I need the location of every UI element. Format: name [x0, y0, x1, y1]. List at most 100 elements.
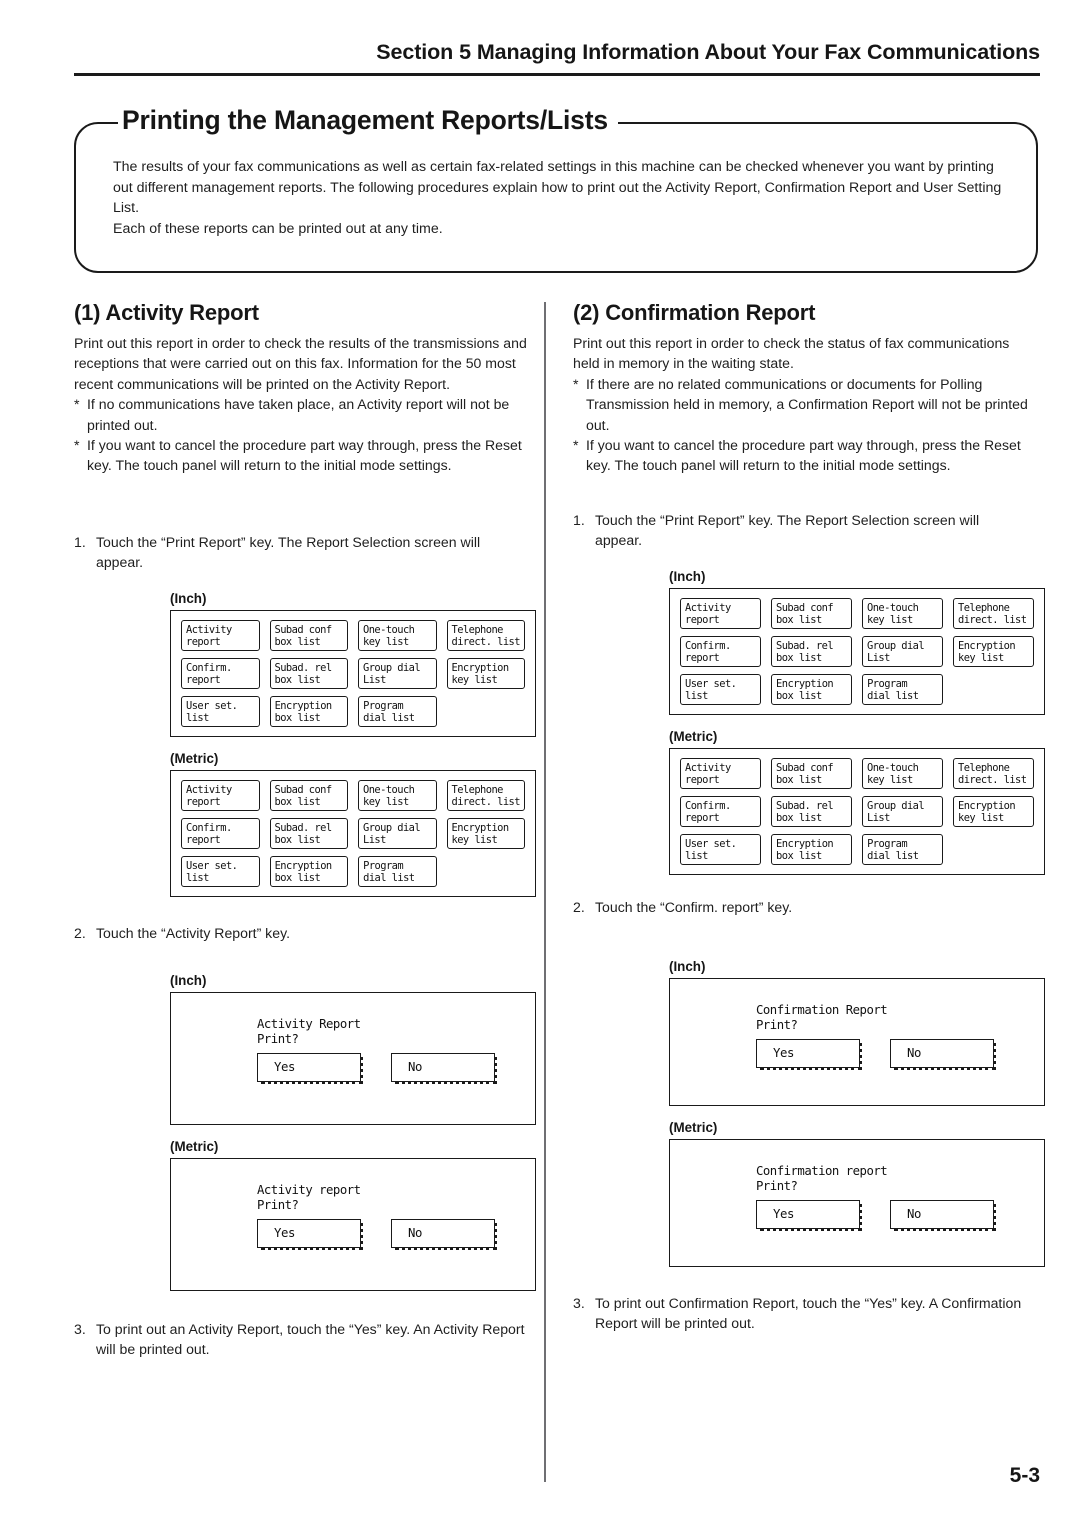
key-line-2: box list	[776, 651, 822, 664]
key-line-2: key list	[867, 613, 913, 626]
report-selection-screen-inch[interactable]: Activity report Subad conf box list One-to…	[669, 587, 1045, 715]
right-step-2: 2. Touch the “Confirm. report” key.	[573, 897, 1028, 917]
key-confirm-report[interactable]: Confirm. report	[680, 635, 761, 667]
lcd-row: User set. list Encryption box list Program…	[680, 673, 1044, 705]
key-one-touch-key-list[interactable]: One-touch key list	[862, 757, 943, 789]
key-encryption-key-list[interactable]: Encryption key list	[446, 657, 525, 689]
key-group-dial-list[interactable]: Group dial List	[358, 657, 437, 689]
key-line-1: Telephone	[958, 761, 1010, 774]
key-telephone-direct-list[interactable]: Telephone direct. list	[446, 619, 525, 651]
key-line-2: report	[186, 635, 221, 648]
key-encryption-box-list[interactable]: Encryption box list	[771, 833, 853, 865]
key-subad-rel-box-list[interactable]: Subad. rel box list	[771, 795, 852, 827]
key-line-1: Program	[363, 859, 404, 872]
key-line-2: key list	[451, 673, 498, 686]
key-confirm-report[interactable]: Confirm. report	[181, 657, 260, 689]
key-line-1: Program	[867, 677, 908, 690]
activity-print-dialog-metric[interactable]: Activity report Print? Yes No	[170, 1158, 536, 1292]
key-activity-report[interactable]: Activity report	[181, 619, 260, 651]
key-line-1: Group dial	[363, 821, 421, 834]
lcd-row: User set. list Encryption box list Program…	[181, 695, 535, 727]
key-encryption-key-list[interactable]: Encryption key list	[953, 795, 1034, 827]
key-encryption-key-list[interactable]: Encryption key list	[953, 635, 1034, 667]
key-line-1: Encryption	[776, 677, 834, 690]
key-program-dial-list[interactable]: Program dial list	[358, 695, 437, 727]
report-selection-screen-metric[interactable]: Activity report Subad conf box list One-to…	[170, 769, 536, 897]
key-program-dial-list[interactable]: Program dial list	[358, 855, 437, 887]
key-activity-report[interactable]: Activity report	[181, 779, 260, 811]
key-telephone-direct-list[interactable]: Telephone direct. list	[953, 757, 1034, 789]
dialog-prompt-line: Print?	[257, 1198, 299, 1213]
key-line-2: report	[685, 773, 720, 786]
no-button[interactable]: No	[890, 1038, 996, 1070]
key-activity-report[interactable]: Activity report	[680, 757, 761, 789]
key-line-1: Subad conf	[274, 783, 333, 796]
activity-print-dialog-inch[interactable]: Activity Report Print? Yes No	[170, 992, 536, 1126]
key-encryption-box-list[interactable]: Encryption box list	[269, 695, 349, 727]
key-line-2: list	[685, 689, 708, 702]
key-line-1: User set.	[186, 699, 238, 712]
left-step-2: 2. Touch the “Activity Report” key.	[74, 923, 529, 943]
key-user-set-list[interactable]: User set. list	[181, 695, 260, 727]
key-group-dial-list[interactable]: Group dial List	[358, 817, 437, 849]
key-group-dial-list[interactable]: Group dial List	[862, 795, 943, 827]
key-line-2: key list	[363, 795, 409, 808]
confirmation-print-dialog-metric[interactable]: Confirmation report Print? Yes No	[669, 1139, 1045, 1268]
no-button[interactable]: No	[391, 1218, 497, 1250]
key-line-2: list	[186, 871, 209, 884]
key-confirm-report[interactable]: Confirm. report	[181, 817, 260, 849]
key-activity-report[interactable]: Activity report	[680, 597, 761, 629]
key-line-2: key list	[958, 811, 1004, 824]
yes-button[interactable]: Yes	[756, 1199, 862, 1231]
key-one-touch-key-list[interactable]: One-touch key list	[862, 597, 943, 629]
confirmation-print-dialog-inch[interactable]: Confirmation Report Print? Yes No	[669, 978, 1045, 1107]
key-line-2: box list	[776, 811, 822, 824]
no-button[interactable]: No	[391, 1052, 497, 1084]
key-confirm-report[interactable]: Confirm. report	[680, 795, 761, 827]
key-user-set-list[interactable]: User set. list	[680, 833, 762, 865]
lcd-row: Confirm. report Subad. rel box list Group …	[680, 635, 1044, 667]
key-program-dial-list[interactable]: Program dial list	[862, 833, 944, 865]
key-user-set-list[interactable]: User set. list	[181, 855, 260, 887]
key-subad-conf-box-list[interactable]: Subad conf box list	[771, 757, 852, 789]
key-line-1: Group dial	[867, 799, 925, 812]
key-telephone-direct-list[interactable]: Telephone direct. list	[953, 597, 1034, 629]
key-encryption-box-list[interactable]: Encryption box list	[269, 855, 349, 887]
yes-button[interactable]: Yes	[756, 1038, 862, 1070]
key-subad-rel-box-list[interactable]: Subad. rel box list	[269, 817, 348, 849]
key-subad-conf-box-list[interactable]: Subad conf box list	[269, 619, 348, 651]
step-number: 1.	[573, 511, 585, 528]
key-subad-conf-box-list[interactable]: Subad conf box list	[269, 779, 348, 811]
left-step-1-text: Touch the “Print Report” key. The Report…	[96, 533, 481, 571]
key-program-dial-list[interactable]: Program dial list	[862, 673, 944, 705]
page-title: Printing the Management Reports/Lists	[118, 105, 618, 136]
key-group-dial-list[interactable]: Group dial List	[862, 635, 943, 667]
key-telephone-direct-list[interactable]: Telephone direct. list	[446, 779, 525, 811]
key-one-touch-key-list[interactable]: One-touch key list	[358, 779, 437, 811]
key-line-1: Encryption	[451, 821, 510, 834]
key-user-set-list[interactable]: User set. list	[680, 673, 762, 705]
key-encryption-key-list[interactable]: Encryption key list	[446, 817, 525, 849]
right-step-1: 1. Touch the “Print Report” key. The Rep…	[573, 510, 1028, 551]
report-selection-screen-metric[interactable]: Activity report Subad conf box list One-to…	[669, 747, 1045, 875]
key-subad-rel-box-list[interactable]: Subad. rel box list	[269, 657, 348, 689]
key-encryption-box-list[interactable]: Encryption box list	[771, 673, 853, 705]
key-line-1: Telephone	[451, 623, 504, 636]
yes-button[interactable]: Yes	[257, 1052, 363, 1084]
key-line-2: dial list	[363, 711, 415, 724]
no-button[interactable]: No	[890, 1199, 996, 1231]
key-line-1: Activity	[186, 783, 232, 796]
key-line-2: box list	[776, 773, 822, 786]
key-subad-conf-box-list[interactable]: Subad conf box list	[771, 597, 852, 629]
right-dialog-inch-label: (Inch)	[669, 959, 706, 975]
key-line-2: direct. list	[958, 613, 1027, 626]
key-subad-rel-box-list[interactable]: Subad. rel box list	[771, 635, 852, 667]
section-header: Section 5 Managing Information About You…	[376, 40, 1040, 64]
report-selection-screen-inch[interactable]: Activity report Subad conf box list One-to…	[170, 609, 536, 737]
key-line-2: box list	[274, 635, 321, 648]
yes-button[interactable]: Yes	[257, 1218, 363, 1250]
key-line-1: User set.	[685, 837, 737, 850]
lcd-row: Activity report Subad conf box list One-to…	[181, 619, 535, 651]
key-one-touch-key-list[interactable]: One-touch key list	[358, 619, 437, 651]
key-line-2: List	[363, 673, 386, 686]
